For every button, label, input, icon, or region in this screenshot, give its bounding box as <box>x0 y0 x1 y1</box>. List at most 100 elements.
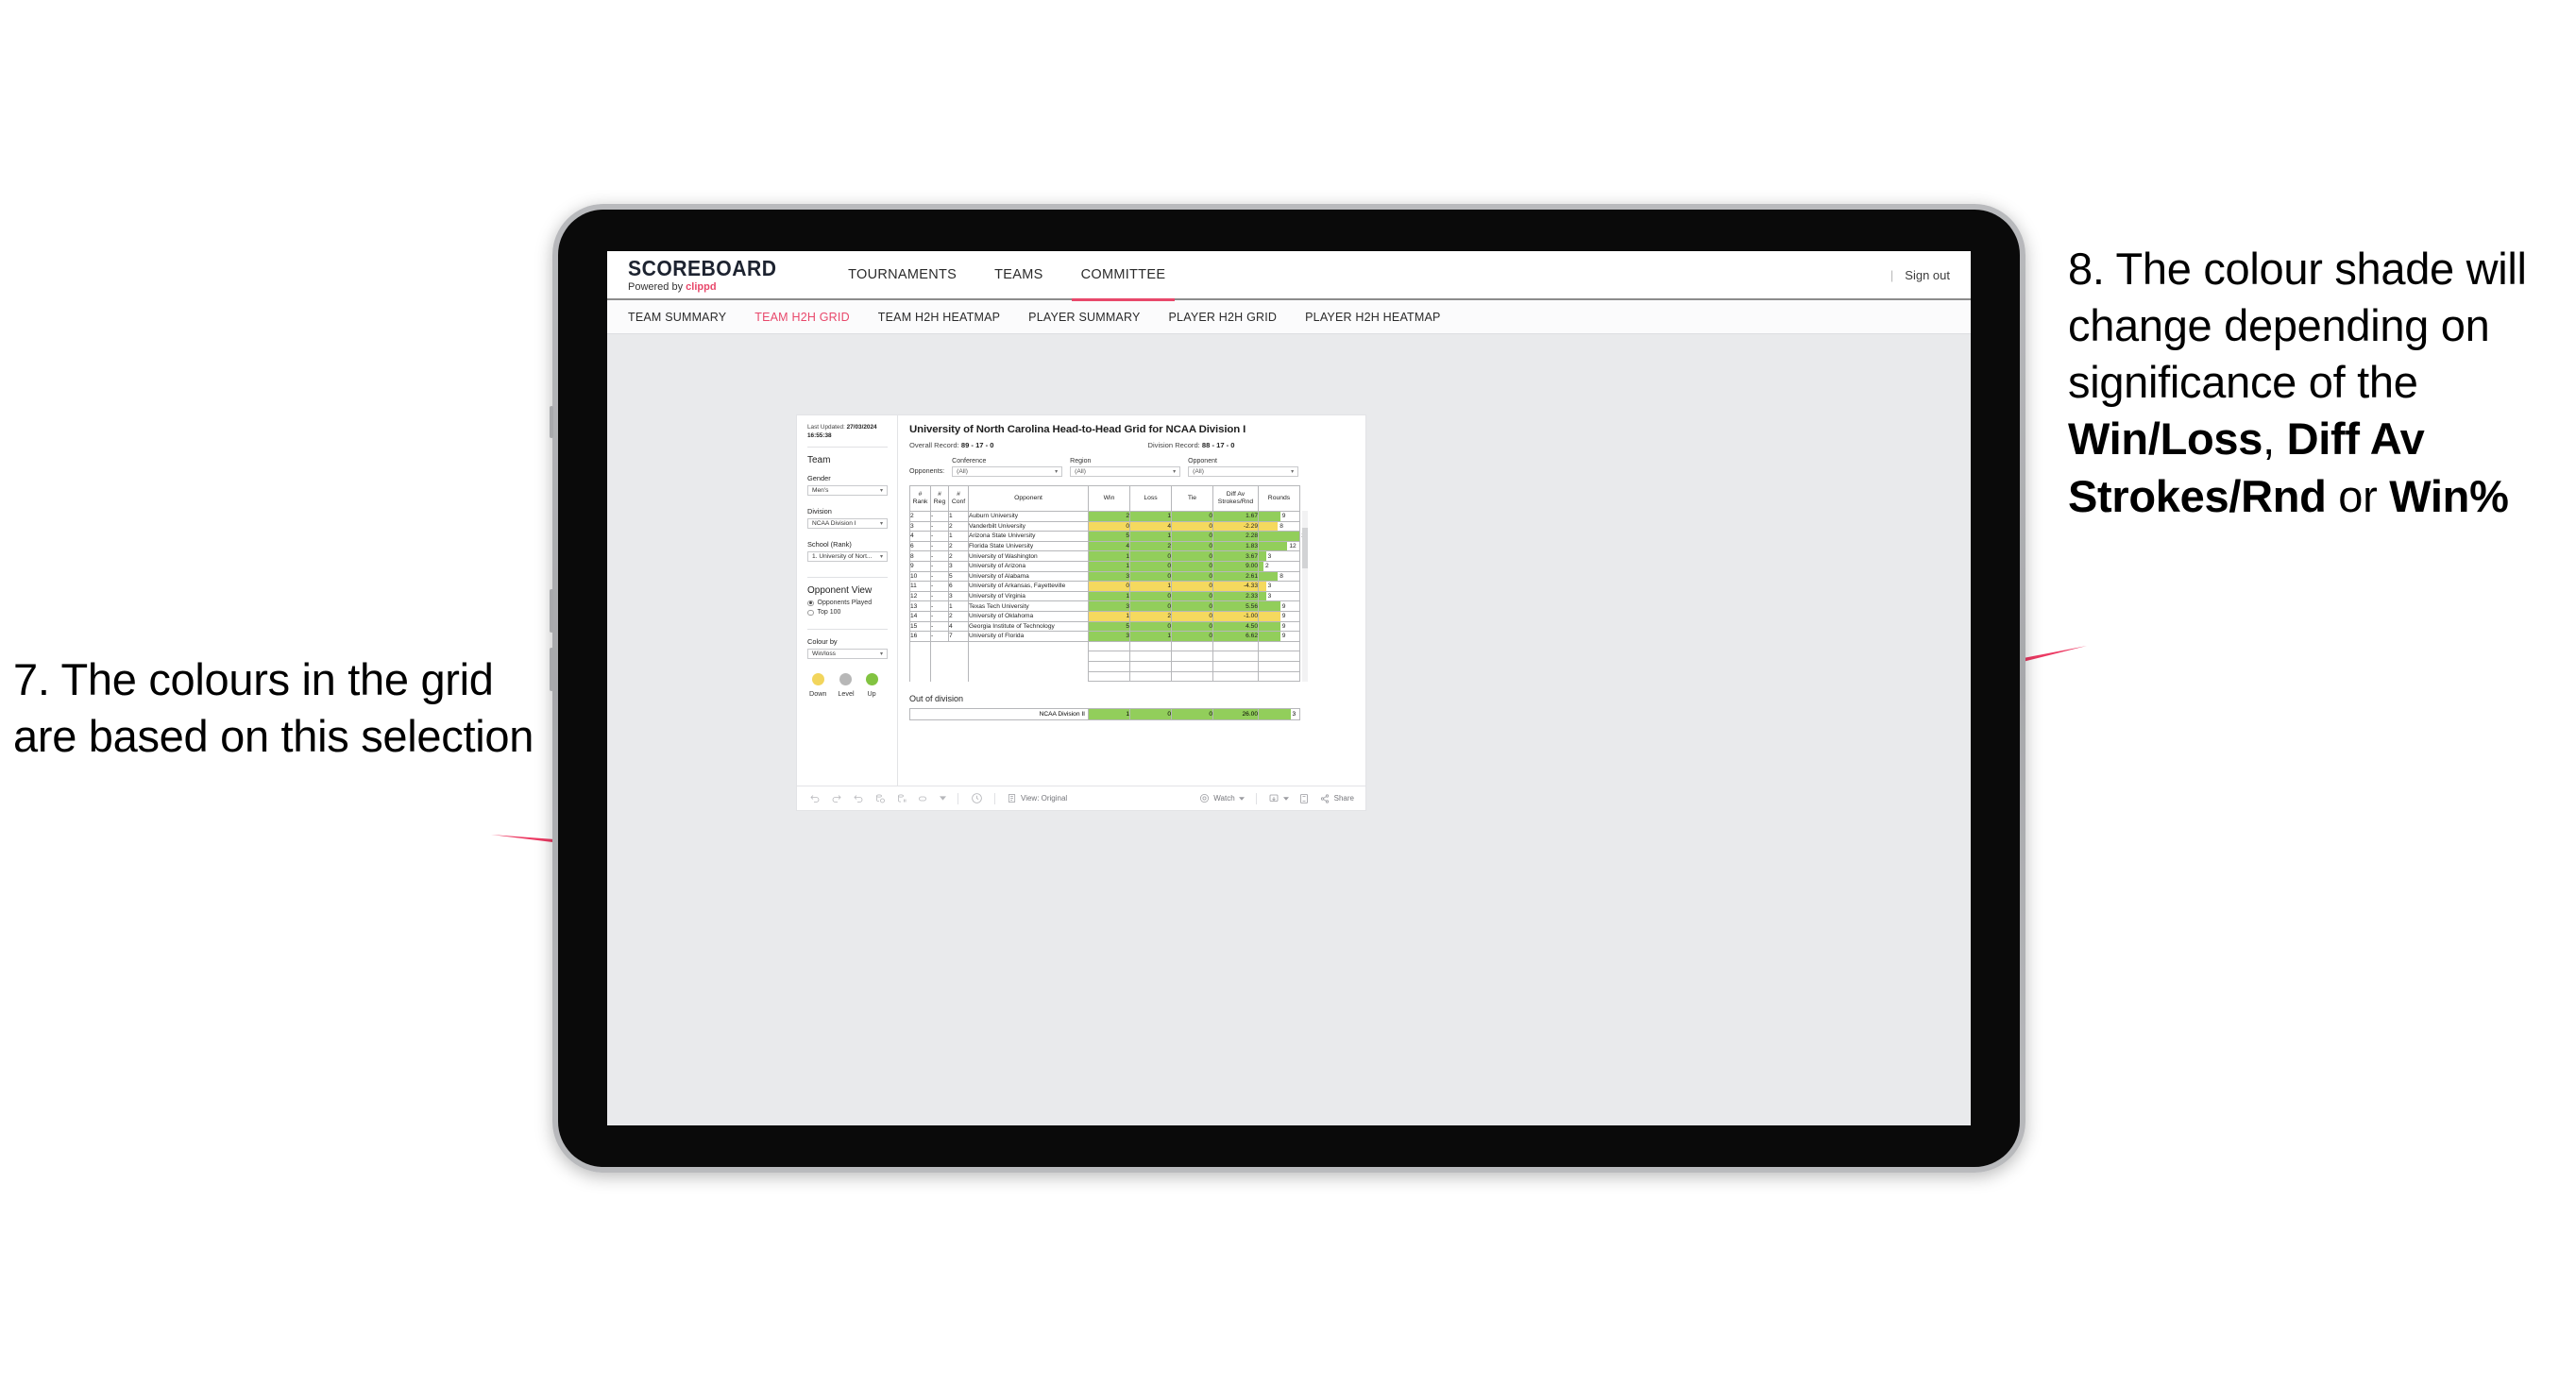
cell-tie: 0 <box>1171 531 1213 542</box>
table-row[interactable]: 2-1 Auburn University 2 1 0 1.67 9 <box>909 511 1300 522</box>
table-row[interactable]: 14-2 University of Oklahoma 1 2 0 -1.00 9 <box>909 610 1300 622</box>
cell-win: 1 <box>1088 550 1130 562</box>
legend-dot-level <box>839 673 853 686</box>
table-row[interactable]: 9-3 University of Arizona 1 0 0 9.00 2 <box>909 560 1300 572</box>
cell-tie: 0 <box>1171 600 1213 612</box>
download-button[interactable] <box>1268 793 1289 804</box>
division-label: Division <box>807 507 832 516</box>
table-scrollbar[interactable] <box>1302 511 1308 682</box>
sign-out-link[interactable]: Sign out <box>1905 268 1950 282</box>
redo-icon[interactable] <box>830 792 843 805</box>
rounds-bar <box>1259 541 1288 551</box>
rounds-value: 9 <box>1281 613 1286 620</box>
cell-conf: 5 <box>948 570 969 583</box>
cell-empty <box>1258 651 1300 662</box>
legend-item-down: Down <box>809 673 826 698</box>
subnav-player-summary[interactable]: PLAYER SUMMARY <box>1028 311 1140 324</box>
cell-empty <box>1129 640 1172 652</box>
annotation-8-mid1: , <box>2262 414 2287 465</box>
colour-by-value: Win/loss <box>812 651 836 658</box>
cell-tie: 0 <box>1171 610 1213 622</box>
table-row[interactable]: 13-1 Texas Tech University 3 0 0 5.56 9 <box>909 600 1300 612</box>
subnav-team-summary[interactable]: TEAM SUMMARY <box>628 311 726 324</box>
cell-reg: - <box>930 560 949 572</box>
table-row[interactable]: 10-5 University of Alabama 3 0 0 2.61 8 <box>909 570 1300 583</box>
view-original-button[interactable]: View: Original <box>1007 793 1067 803</box>
table-row[interactable]: 4-1Arizona State University5102.2817 <box>909 531 1308 542</box>
cell-opponent: Florida State University <box>968 540 1089 552</box>
chevron-down-icon[interactable] <box>939 792 946 805</box>
view-panel: University of North Carolina Head-to-Hea… <box>898 415 1365 786</box>
cell-reg: - <box>930 610 949 622</box>
undo-icon[interactable] <box>808 792 822 805</box>
cell-diff: 3.67 <box>1212 550 1259 562</box>
nav-item-teams[interactable]: TEAMS <box>975 251 1061 299</box>
chevron-down-icon: ▾ <box>1173 469 1177 475</box>
opponent-select[interactable]: (All) ▾ <box>1188 466 1299 477</box>
pause-data-icon[interactable] <box>895 792 908 805</box>
cell-opponent: Arizona State University <box>968 531 1089 542</box>
annotation-8-text: 8. The colour shade will change dependin… <box>2068 241 2568 525</box>
school-select[interactable]: 1. University of Nort... ▾ <box>807 551 888 563</box>
radio-opponents-played-label: Opponents Played <box>817 600 873 607</box>
cell-diff: 1.83 <box>1212 540 1259 552</box>
cell-win: 1 <box>1088 560 1130 572</box>
ood-name: NCAA Division II <box>909 708 1089 721</box>
table-scrollbar-thumb[interactable] <box>1302 528 1308 568</box>
colour-by-select[interactable]: Win/loss ▾ <box>807 649 888 660</box>
cell-loss: 2 <box>1129 540 1172 552</box>
device-layout-icon[interactable] <box>917 792 930 805</box>
device-button-volume-down <box>550 648 553 691</box>
subnav-team-h2h-grid[interactable]: TEAM H2H GRID <box>754 311 850 324</box>
nav-item-tournaments[interactable]: TOURNAMENTS <box>829 251 975 299</box>
cell-reg: - <box>930 620 949 633</box>
cell-rank: 10 <box>909 570 931 583</box>
share-button[interactable]: Share <box>1319 793 1354 804</box>
table-row[interactable]: 8-2 University of Washington 1 0 0 3.67 3 <box>909 550 1300 562</box>
cell-tie: 0 <box>1171 631 1213 642</box>
chevron-down-icon: ▾ <box>879 521 883 528</box>
cell-reg: - <box>930 540 949 552</box>
table-row[interactable]: 12-3 University of Virginia 1 0 0 2.33 3 <box>909 590 1300 602</box>
header-row: # Rank # Reg # Conf Opponent Win Loss Tie <box>909 485 1300 512</box>
radio-opponents-played[interactable]: Opponents Played <box>807 600 888 606</box>
table-row[interactable]: 11-6 University of Arkansas, Fayetteville… <box>909 581 1300 592</box>
radio-selected-icon <box>807 600 814 607</box>
school-label: School (Rank) <box>807 540 852 549</box>
subnav-player-h2h-grid[interactable]: PLAYER H2H GRID <box>1169 311 1278 324</box>
cell-rounds: 9 <box>1258 600 1300 612</box>
radio-top-100[interactable]: Top 100 <box>807 609 888 616</box>
cell-win: 0 <box>1088 581 1130 592</box>
cell-empty <box>1088 670 1130 683</box>
refresh-data-icon[interactable] <box>873 792 887 805</box>
conference-select[interactable]: (All) ▾ <box>952 466 1063 477</box>
legend-label-down: Down <box>809 689 827 699</box>
rounds-bar <box>1259 582 1266 591</box>
cell-loss: 0 <box>1129 590 1172 602</box>
gender-select[interactable]: Men's ▾ <box>807 485 888 497</box>
watch-button[interactable]: Watch <box>1199 793 1245 803</box>
subnav-team-h2h-heatmap[interactable]: TEAM H2H HEATMAP <box>878 311 1000 324</box>
ood-rounds-label: 3 <box>1292 711 1296 718</box>
table-row[interactable]: 16-7 University of Florida 3 1 0 6.62 9 <box>909 631 1300 642</box>
conference-label: Conference <box>952 458 987 465</box>
cell-empty <box>968 651 1089 662</box>
cell-conf: 1 <box>948 511 969 522</box>
division-select[interactable]: NCAA Division I ▾ <box>807 518 888 530</box>
cell-rounds: 8 <box>1258 570 1300 583</box>
cell-opponent: Georgia Institute of Technology <box>968 620 1089 633</box>
cell-rank: 15 <box>909 620 931 633</box>
subnav-player-h2h-heatmap[interactable]: PLAYER H2H HEATMAP <box>1305 311 1440 324</box>
pause-auto-update-icon[interactable] <box>970 792 983 805</box>
table-row[interactable]: 6-2 Florida State University 4 2 0 1.83 12 <box>909 540 1300 552</box>
rounds-value: 3 <box>1267 552 1272 560</box>
revert-icon[interactable] <box>852 792 865 805</box>
region-select[interactable]: (All) ▾ <box>1070 466 1181 477</box>
chevron-down-icon: ▾ <box>879 651 883 658</box>
nav-item-committee[interactable]: COMMITTEE <box>1062 251 1185 301</box>
rounds-bar <box>1259 551 1266 561</box>
division-record-value: 88 - 17 - 0 <box>1201 441 1235 449</box>
table-row[interactable]: 3-2 Vanderbilt University 0 4 0 -2.29 8 <box>909 520 1300 532</box>
table-row[interactable]: 15-4 Georgia Institute of Technology 5 0 0 4.… <box>909 620 1300 633</box>
fullscreen-icon[interactable] <box>1297 792 1311 805</box>
